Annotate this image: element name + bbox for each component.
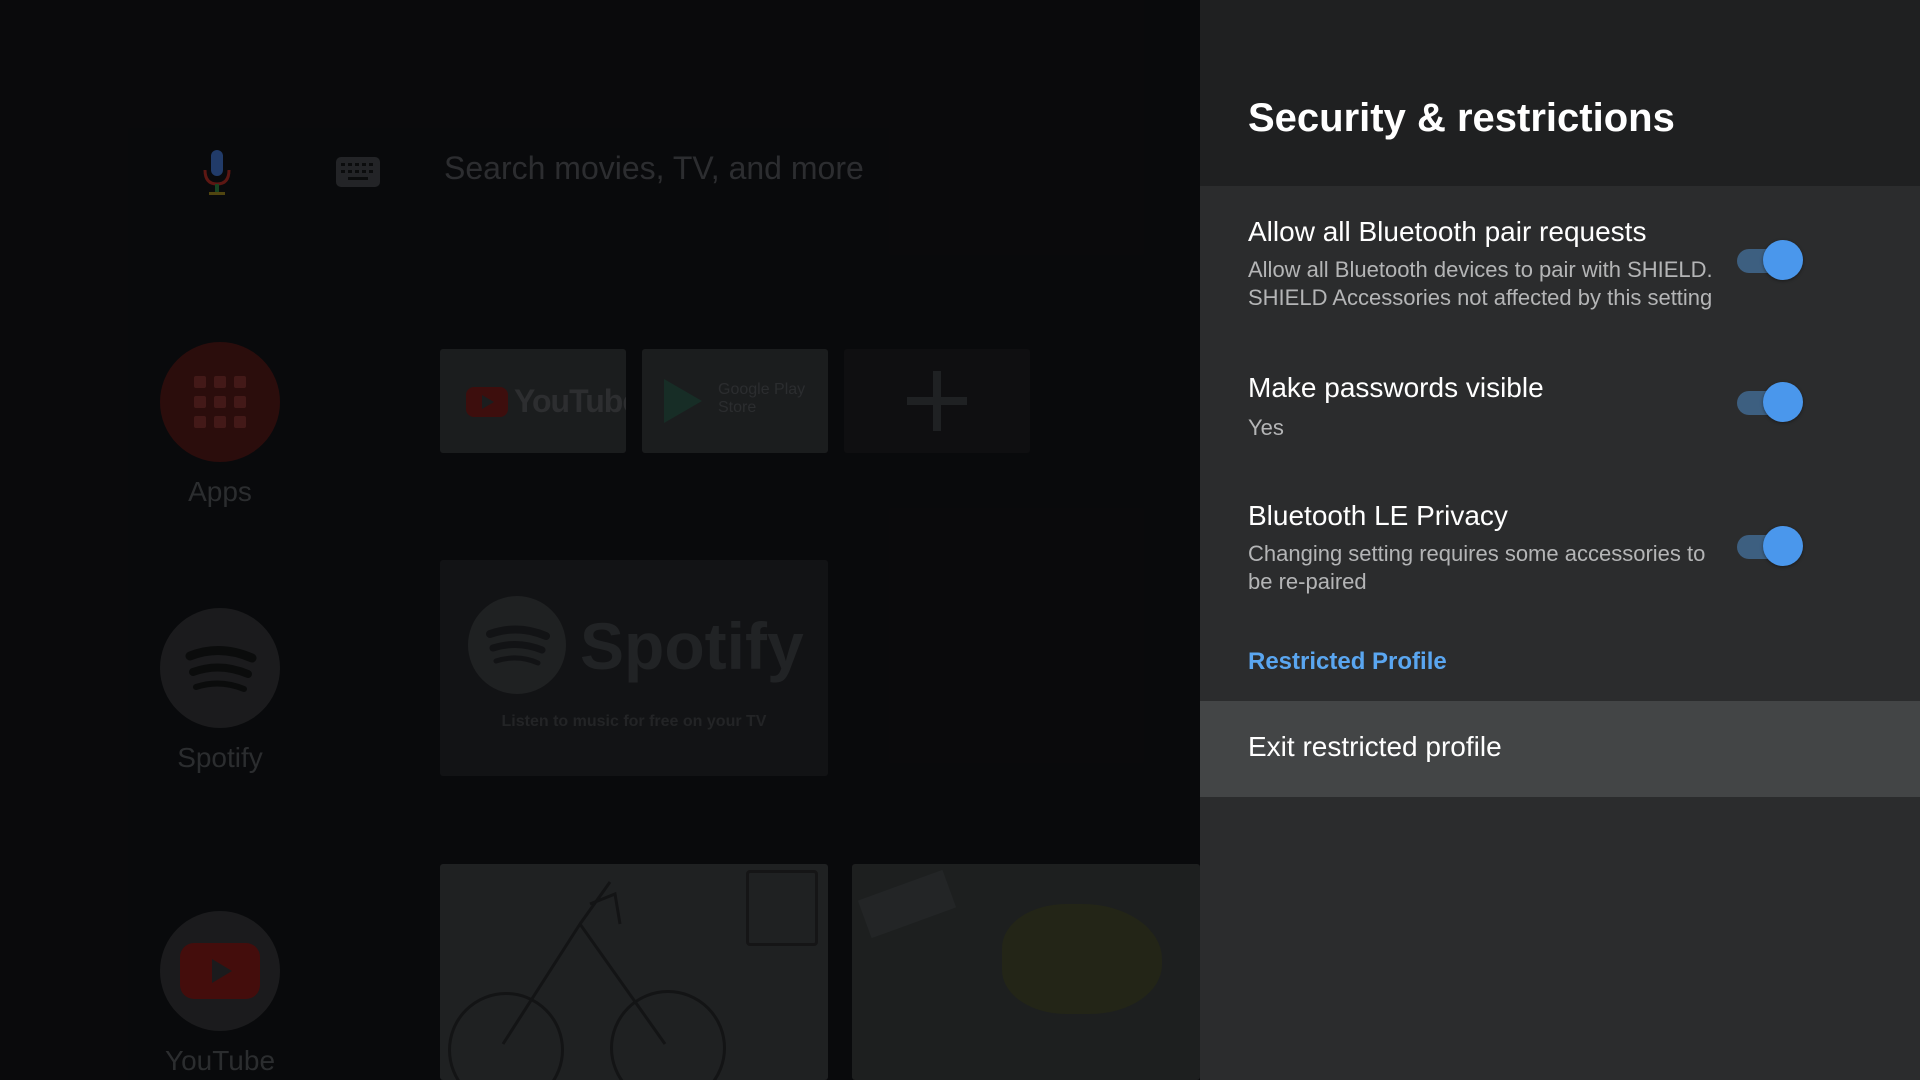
home-screen-background: Search movies, TV, and more Apps Spotify…: [0, 0, 1200, 1080]
setting-bluetooth-le-privacy[interactable]: Bluetooth LE Privacy Changing setting re…: [1200, 476, 1920, 626]
setting-title: Allow all Bluetooth pair requests: [1248, 216, 1647, 247]
apps-grid-icon: [160, 342, 280, 462]
google-play-icon: [664, 379, 702, 423]
rail-label: Apps: [188, 476, 252, 507]
settings-list: Allow all Bluetooth pair requests Allow …: [1200, 186, 1920, 1080]
keyboard-icon[interactable]: [336, 157, 380, 187]
spotify-icon: [160, 608, 280, 728]
bluetooth-le-privacy-toggle[interactable]: [1737, 526, 1803, 566]
section-header-restricted-profile: Restricted Profile: [1248, 648, 1447, 675]
rail-item-youtube[interactable]: YouTube: [160, 911, 280, 1077]
search-input[interactable]: Search movies, TV, and more: [444, 150, 864, 187]
setting-description: Allow all Bluetooth devices to pair with…: [1248, 257, 1713, 310]
setting-title: Make passwords visible: [1248, 372, 1544, 403]
google-play-label: Google Play Store: [718, 381, 806, 416]
video-thumbnail-food[interactable]: [852, 864, 1200, 1080]
youtube-logo-icon: [466, 387, 508, 417]
exit-restricted-profile-button[interactable]: Exit restricted profile: [1200, 701, 1920, 797]
setting-description: Changing setting requires some accessori…: [1248, 541, 1706, 594]
youtube-icon: [160, 911, 280, 1031]
settings-panel: Security & restrictions Allow all Blueto…: [1200, 0, 1920, 1080]
favorite-tile-youtube[interactable]: YouTube: [440, 349, 626, 453]
spotify-promo-card[interactable]: Spotify Listen to music for free on your…: [440, 560, 828, 776]
action-label: Exit restricted profile: [1248, 731, 1502, 762]
favorite-tile-google-play[interactable]: Google Play Store: [642, 349, 828, 453]
add-favorite-tile[interactable]: [844, 349, 1030, 453]
rail-item-spotify[interactable]: Spotify: [160, 608, 280, 774]
spotify-wordmark: Spotify: [580, 609, 804, 683]
page-title: Security & restrictions: [1248, 96, 1675, 140]
setting-title: Bluetooth LE Privacy: [1248, 500, 1508, 531]
panel-header: Security & restrictions: [1200, 0, 1920, 186]
youtube-wordmark: YouTube: [514, 383, 626, 419]
shirt-icon: [746, 870, 818, 946]
spotify-tagline: Listen to music for free on your TV: [501, 713, 767, 730]
setting-make-passwords-visible[interactable]: Make passwords visible Yes: [1200, 336, 1920, 456]
video-thumbnail-bike[interactable]: [440, 864, 828, 1080]
rail-label: Spotify: [177, 742, 263, 773]
bluetooth-pair-toggle[interactable]: [1737, 240, 1803, 280]
spotify-logo-icon: [468, 596, 566, 694]
setting-bluetooth-pair-requests[interactable]: Allow all Bluetooth pair requests Allow …: [1200, 186, 1920, 336]
rail-item-apps[interactable]: Apps: [160, 342, 280, 508]
passwords-visible-toggle[interactable]: [1737, 382, 1803, 422]
microphone-icon[interactable]: [196, 148, 238, 196]
setting-description: Yes: [1248, 415, 1284, 440]
rail-label: YouTube: [164, 1045, 276, 1076]
